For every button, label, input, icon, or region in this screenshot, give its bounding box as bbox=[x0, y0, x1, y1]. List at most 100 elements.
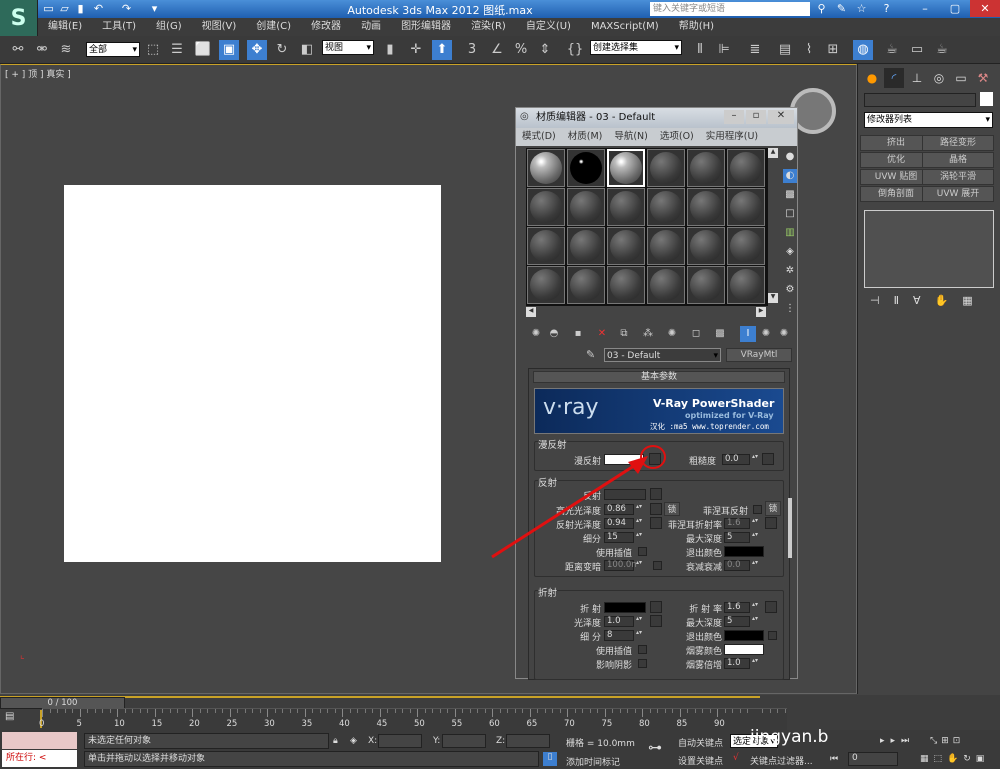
timeline-minor-tick bbox=[612, 709, 613, 713]
timeline-minor-tick bbox=[687, 709, 688, 713]
set-key-button[interactable]: 设置关键点 bbox=[678, 754, 723, 767]
timeline-minor-tick bbox=[139, 709, 141, 713]
timeline-minor-tick bbox=[484, 709, 486, 713]
timeline-minor-tick bbox=[762, 709, 763, 713]
timeline-minor-tick bbox=[462, 709, 463, 713]
timeline-minor-tick bbox=[447, 709, 448, 713]
timeline-minor-tick bbox=[319, 709, 321, 713]
timeline-tick bbox=[117, 709, 118, 717]
x-label: X: bbox=[368, 736, 378, 746]
key-filter-icon: √ bbox=[733, 753, 739, 763]
timeline-tick-label: 90 bbox=[714, 719, 725, 729]
timeline-tick-label: 40 bbox=[339, 719, 350, 729]
timeline-minor-tick bbox=[184, 709, 186, 713]
z-coord-input[interactable] bbox=[506, 734, 550, 748]
y-coord-input[interactable] bbox=[442, 734, 486, 748]
timeline-minor-tick bbox=[162, 709, 163, 713]
timeline-minor-tick bbox=[477, 709, 478, 713]
timeline-minor-tick bbox=[349, 709, 351, 713]
time-tag-icon[interactable]: ▯ bbox=[543, 752, 557, 766]
timeline-minor-tick bbox=[207, 709, 208, 713]
timeline-minor-tick bbox=[432, 709, 433, 713]
watermark-text: jingyan.b bbox=[750, 727, 829, 747]
current-frame-input[interactable]: 0 bbox=[848, 752, 898, 766]
timeline-minor-tick bbox=[634, 709, 636, 713]
timeline-tick bbox=[604, 709, 606, 717]
timeline-minor-tick bbox=[199, 709, 201, 713]
timeline-tick-label: 80 bbox=[639, 719, 650, 729]
timeline-minor-tick bbox=[244, 709, 246, 713]
maxscript-mini-listener[interactable]: 所在行: < bbox=[2, 750, 77, 767]
timeline-minor-tick bbox=[274, 709, 276, 713]
set-key-icon[interactable]: ⊶ bbox=[648, 740, 662, 756]
timeline-minor-tick bbox=[537, 709, 538, 713]
playback-controls-icons[interactable]: ▸▸⏭ bbox=[880, 736, 915, 746]
timeline-tick-label: 20 bbox=[189, 719, 200, 729]
timeline-minor-tick bbox=[169, 709, 171, 713]
timeline-minor-tick bbox=[514, 709, 516, 713]
maxscript-listener[interactable] bbox=[2, 732, 77, 749]
timeline-minor-tick bbox=[784, 709, 786, 713]
viewport-nav-icons-2[interactable]: ▦⬚✋↻▣ bbox=[920, 754, 989, 764]
timeline-minor-tick bbox=[544, 709, 546, 713]
auto-key-button[interactable]: 自动关键点 bbox=[678, 736, 723, 749]
timeline-minor-tick bbox=[574, 709, 576, 713]
timeline-minor-tick bbox=[109, 709, 111, 713]
track-bar[interactable]: 0 5 10 15 20 25 30 35 40 45 50 55 60 65 70 75 80 85 90 bbox=[39, 708, 787, 730]
timeline-tick bbox=[267, 709, 268, 717]
timeline-minor-tick bbox=[619, 709, 621, 713]
time-slider-frame: 0 / 100 bbox=[47, 698, 78, 708]
go-to-start-icon[interactable]: ⏮ bbox=[830, 754, 838, 764]
timeline-minor-tick bbox=[312, 709, 313, 713]
timeline-tick bbox=[304, 709, 306, 717]
timeline-minor-tick bbox=[394, 709, 396, 713]
timeline-minor-tick bbox=[402, 709, 403, 713]
timeline-minor-tick bbox=[364, 709, 366, 713]
timeline-tick-label: 50 bbox=[414, 719, 425, 729]
lock-selection-icon[interactable]: 🔒︎ bbox=[333, 736, 338, 746]
timeline-tick bbox=[154, 709, 156, 717]
timeline-minor-tick bbox=[522, 709, 523, 713]
timeline-tick-label: 5 bbox=[76, 719, 82, 729]
timeline-tick-label: 65 bbox=[526, 719, 538, 729]
timeline-minor-tick bbox=[87, 709, 88, 713]
timeline-minor-tick bbox=[424, 709, 426, 713]
timeline-minor-tick bbox=[439, 709, 441, 713]
viewport-nav-icons[interactable]: ⤡⊞⊡ bbox=[930, 736, 964, 746]
timeline-minor-tick bbox=[387, 709, 388, 713]
timeline-minor-tick bbox=[64, 709, 66, 713]
timeline-minor-tick bbox=[259, 709, 261, 713]
z-label: Z: bbox=[496, 736, 506, 746]
timeline-minor-tick bbox=[124, 709, 126, 713]
arrow-head bbox=[628, 456, 648, 474]
timeline-minor-tick bbox=[627, 709, 628, 713]
timeline-minor-tick bbox=[372, 709, 373, 713]
curve-editor-mini-icon[interactable]: ▤ bbox=[5, 711, 14, 722]
timeline-minor-tick bbox=[589, 709, 591, 713]
timeline-tick-label: 45 bbox=[376, 719, 388, 729]
timeline-tick bbox=[192, 709, 193, 717]
timeline-tick bbox=[42, 709, 43, 717]
selection-status: 未选定任何对象 bbox=[84, 733, 329, 749]
timeline-tick bbox=[679, 709, 681, 717]
timeline-minor-tick bbox=[552, 709, 553, 713]
timeline-minor-tick bbox=[297, 709, 298, 713]
timeline-tick bbox=[717, 709, 718, 717]
timeline-tick bbox=[229, 709, 231, 717]
add-time-tag[interactable]: 添加时间标记 bbox=[566, 755, 620, 768]
timeline-tick bbox=[529, 709, 531, 717]
timeline-minor-tick bbox=[357, 709, 358, 713]
timeline-minor-tick bbox=[702, 709, 703, 713]
timeline-minor-tick bbox=[49, 709, 51, 713]
x-coord-input[interactable] bbox=[378, 734, 422, 748]
timeline-minor-tick bbox=[732, 709, 733, 713]
grid-size: 栅格 = 10.0mm bbox=[566, 739, 635, 749]
timeline-tick bbox=[454, 709, 456, 717]
key-filters-button[interactable]: 关键点过滤器... bbox=[750, 754, 813, 767]
absolute-mode-icon[interactable]: ◈ bbox=[350, 736, 357, 746]
timeline-tick-label: 0 bbox=[39, 719, 45, 729]
timeline-minor-tick bbox=[649, 709, 651, 713]
timeline-minor-tick bbox=[657, 709, 658, 713]
timeline-minor-tick bbox=[214, 709, 216, 713]
timeline-tick-label: 25 bbox=[226, 719, 238, 729]
